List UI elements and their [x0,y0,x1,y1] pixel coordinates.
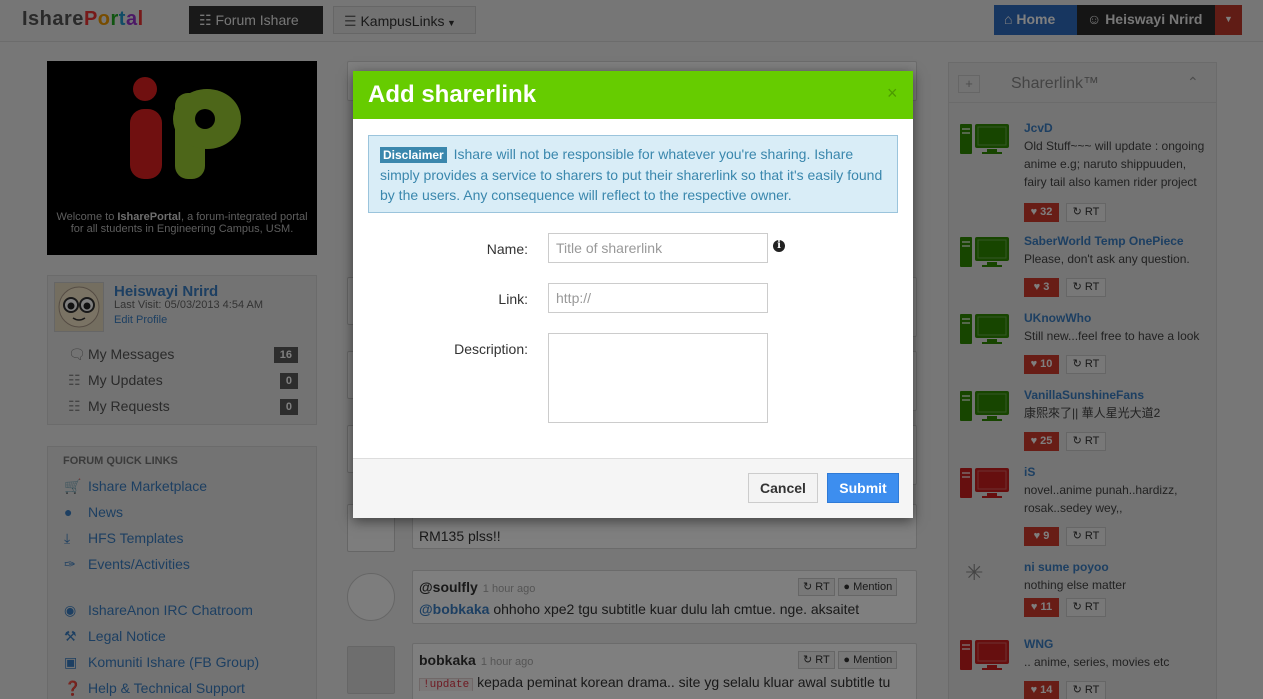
description-textarea[interactable] [548,333,768,423]
modal-footer: Cancel Submit [353,458,913,518]
description-label: Description: [454,341,528,357]
modal-header: Add sharerlink × [353,71,913,119]
disclaimer-alert: Disclaimer Ishare will not be responsibl… [368,135,898,213]
disclaimer-text: Ishare will not be responsible for whate… [380,146,883,203]
modal-title: Add sharerlink [368,81,537,108]
link-label: Link: [498,291,528,307]
name-label: Name: [486,241,528,257]
disclaimer-badge: Disclaimer [380,147,447,163]
submit-button[interactable]: Submit [827,473,899,503]
close-icon[interactable]: × [887,83,898,104]
cancel-button[interactable]: Cancel [748,473,818,503]
info-icon[interactable]: i [773,240,785,252]
add-sharerlink-modal: Add sharerlink × Disclaimer Ishare will … [353,71,913,518]
name-input[interactable] [548,233,768,263]
link-input[interactable] [548,283,768,313]
